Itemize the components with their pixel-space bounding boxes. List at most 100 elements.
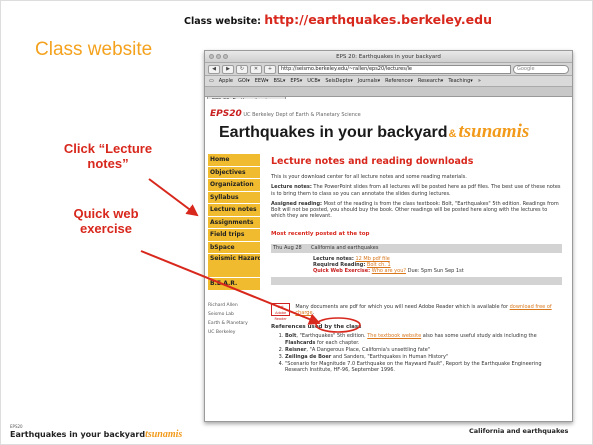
close-window-icon[interactable] (209, 54, 214, 59)
bookmark-item[interactable]: Research▾ (418, 78, 443, 84)
window-controls (209, 54, 228, 59)
add-bookmark-icon[interactable]: + (264, 64, 276, 74)
quick-exercise-line: Quick Web Exercise: Who are you? Due: 5p… (313, 268, 562, 274)
nav-item-field-trips[interactable]: Field trips (208, 229, 260, 242)
bookmarks-book-icon[interactable]: ▭ (209, 78, 214, 84)
site-title: Earthquakes in your backyard& tsunamis (219, 121, 529, 143)
required-reading-label: Required Reading: (313, 261, 366, 268)
lecture-title: California and earthquakes (311, 244, 379, 251)
reference-item: Reisner, "A Dangerous Place, California'… (285, 347, 562, 353)
reload-icon[interactable]: ↻ (236, 64, 248, 74)
nav-item-bspace[interactable]: bSpace (208, 241, 260, 254)
bookmarks-bar: ▭ Apple GOI▾ EEW▾ BSL▾ EPS▾ UCB▾ SeisDep… (205, 76, 572, 87)
lecture-date: Thu Aug 28 (273, 244, 302, 251)
slide: Class website: http://earthquakes.berkel… (0, 0, 593, 445)
nav-item-home[interactable]: Home (208, 154, 260, 167)
adobe-reader-text-a: Many documents are pdf for which you wil… (295, 303, 510, 310)
page-content: Lecture notes and reading downloads This… (271, 157, 562, 375)
bookmark-item[interactable]: Journals▾ (358, 78, 380, 84)
header-prefix: Class website: (184, 16, 265, 27)
footer-title-main: Earthquakes in your backyard (10, 430, 146, 439)
site-title-main: Earthquakes in your backyard (219, 124, 448, 141)
references-heading: References used by the class (271, 324, 362, 331)
bookmark-item[interactable]: Teaching▾ (448, 78, 473, 84)
lecture-notes-line-label: Lecture notes: (313, 255, 354, 262)
adobe-reader-text-b: . (312, 309, 315, 316)
bookmark-item[interactable]: EEW▾ (255, 78, 269, 84)
reference-item: Bolt, "Earthquakes" 5th edition. The tex… (285, 333, 562, 345)
nav-item-assignments[interactable]: Assignments (208, 216, 260, 229)
site-eps-line: EPS20 UC Berkeley Dept of Earth & Planet… (210, 109, 361, 119)
nav-item-lecture-notes[interactable]: Lecture notes (208, 204, 260, 217)
browser-window: EPS 20: Earthquakes in your backyard ◀ ▶… (204, 50, 573, 422)
site-title-amp: & (448, 128, 457, 140)
footer-lecture-title: California and earthquakes (469, 427, 569, 435)
site-eps-label: EPS20 (210, 109, 242, 119)
window-titlebar: EPS 20: Earthquakes in your backyard (205, 51, 572, 63)
instructor-dept: Earth & Planetary (208, 320, 248, 326)
instructor-school: UC Berkeley (208, 329, 236, 335)
zoom-window-icon[interactable] (223, 54, 228, 59)
slide-title: Class website (35, 39, 153, 60)
header-url-link[interactable]: http://earthquakes.berkeley.edu (264, 12, 492, 27)
lecture-row-footer (271, 277, 562, 286)
arrow-to-lecture-notes (148, 178, 199, 217)
reference-text: and Sanders, "Earthquakes in Human Histo… (331, 354, 449, 361)
reference-text: also has some useful study aids includin… (421, 333, 537, 340)
nav-item-syllabus[interactable]: Syllabus (208, 191, 260, 204)
bookmark-item[interactable]: SeisDepts▾ (325, 78, 352, 84)
bookmark-item[interactable]: BSL▾ (274, 78, 286, 84)
click-lecture-notes-annotation: Click “Lecture notes” (63, 141, 153, 171)
reference-text: for each chapter. (315, 339, 360, 346)
adobe-reader-notice: Get Adobe Reader Many documents are pdf … (271, 303, 562, 321)
lecture-notes-text: The PowerPoint slides from all lectures … (271, 184, 561, 197)
instructor-lab: Seismo Lab (208, 311, 234, 317)
adobe-reader-text: Many documents are pdf for which you wil… (295, 304, 562, 316)
stop-icon[interactable]: ✕ (250, 64, 262, 74)
recent-heading: Most recently posted at the top (271, 231, 370, 238)
browser-toolbar: ◀ ▶ ↻ ✕ + http://seismo.berkeley.edu/~ra… (205, 63, 572, 76)
minimize-window-icon[interactable] (216, 54, 221, 59)
textbook-website-link[interactable]: The textbook website (367, 333, 421, 339)
instructor-info: Richard Allen Seismo Lab Earth & Planeta… (208, 301, 260, 337)
reference-text: , "Earthquakes" 5th edition. (296, 333, 368, 340)
reference-author: Zeilinga de Boer (285, 354, 332, 361)
bookmark-item[interactable]: UCB▾ (307, 78, 320, 84)
adobe-reader-icon[interactable]: Get Adobe Reader (271, 303, 291, 321)
reference-author: Reisner (285, 346, 307, 353)
address-bar[interactable]: http://seismo.berkeley.edu/~rallen/eps20… (278, 64, 511, 74)
reference-item: "Scenario for Magnitude 7.0 Earthquake o… (285, 361, 562, 373)
site-title-tsunamis: tsunamis (458, 121, 530, 142)
bookmark-item[interactable]: GOI▾ (238, 78, 250, 84)
forward-icon[interactable]: ▶ (222, 64, 234, 74)
bookmark-item[interactable]: EPS▾ (290, 78, 302, 84)
back-icon[interactable]: ◀ (208, 64, 220, 74)
reference-text: "Scenario for Magnitude 7.0 Earthquake o… (285, 361, 542, 374)
bookmarks-overflow-icon[interactable]: » (478, 78, 481, 84)
nav-item-seismic-hazard[interactable]: Seismic Hazard Resources (208, 254, 260, 278)
quick-exercise-label: Quick Web Exercise: (313, 268, 371, 275)
bookmark-item[interactable]: Reference▾ (385, 78, 413, 84)
reading-paragraph: Assigned reading: Most of the reading is… (271, 201, 562, 220)
lecture-notes-label: Lecture notes: (271, 184, 312, 191)
quick-exercise-link[interactable]: Who are you? (372, 268, 406, 274)
required-reading-link[interactable]: Bolt ch. 1 (367, 262, 391, 268)
reference-text: , "A Dangerous Place, California's unset… (306, 346, 431, 353)
flashcards-label: Flashcards (285, 339, 316, 346)
quick-exercise-due: Due: 5pm Sun Sep 1st (406, 268, 464, 275)
nav-item-bear[interactable]: B.E.A.R. (208, 278, 260, 291)
lecture-row-header: Thu Aug 28 California and earthquakes (271, 243, 562, 253)
intro-text: This is your download center for all lec… (271, 174, 467, 181)
lecture-pdf-link[interactable]: 12 Mb pdf file (355, 256, 389, 262)
class-website-header: Class website: http://earthquakes.berkel… (184, 12, 492, 27)
search-field[interactable]: Google (513, 64, 569, 74)
nav-item-objectives[interactable]: Objectives (208, 166, 260, 179)
lecture-details: Lecture notes: 12 Mb pdf file Required R… (271, 256, 562, 275)
footer-title-tsunamis: tsunamis (145, 429, 183, 440)
quick-web-exercise-annotation: Quick web exercise (73, 206, 139, 236)
nav-item-organization[interactable]: Organization (208, 179, 260, 192)
window-title: EPS 20: Earthquakes in your backyard (336, 54, 441, 60)
web-page: EPS20 UC Berkeley Dept of Earth & Planet… (205, 99, 572, 421)
reading-label: Assigned reading: (271, 200, 323, 207)
bookmark-item[interactable]: Apple (219, 78, 233, 84)
